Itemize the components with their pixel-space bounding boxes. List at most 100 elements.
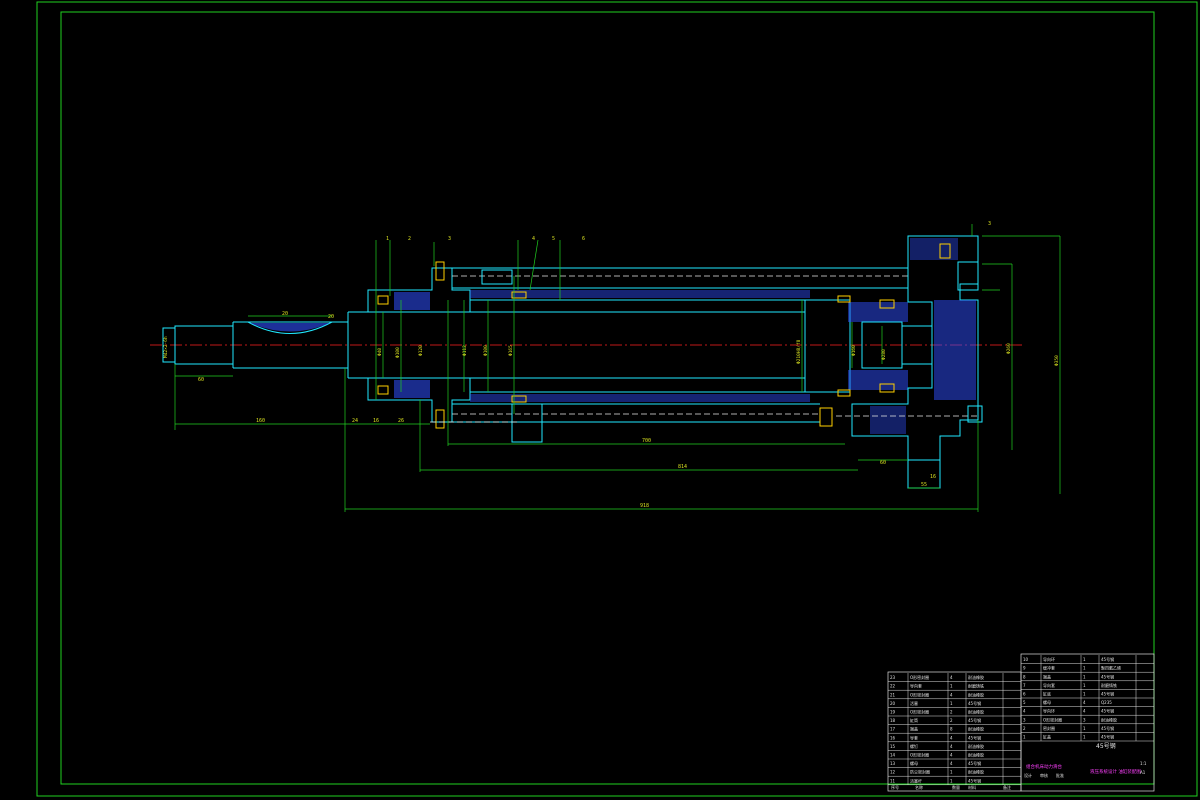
sheet: A1	[1140, 770, 1146, 775]
right-row-2-col-1: 密封圈	[1043, 725, 1055, 731]
left-row-21-col-0: 21	[890, 692, 896, 697]
right-row-10-col-1: 导向环	[1043, 656, 1055, 662]
dim-dia-c: Φ112	[462, 345, 468, 356]
front-cap-hatch-bottom	[394, 380, 430, 398]
left-row-11-col-1: 活塞杆	[910, 777, 922, 783]
cad-drawing-canvas: 60 20 20 160 24 16 26 700 814 918 60 55 …	[0, 0, 1200, 800]
dim-dia-e: Φ165	[508, 345, 514, 356]
left-row-20-col-3: 45号钢	[968, 700, 981, 706]
dim-d3: 26	[398, 418, 404, 424]
right-row-7-col-3: 耐磨铸铁	[1101, 682, 1117, 688]
balloon-2: 2	[408, 236, 411, 242]
left-row-16-col-3: 45号钢	[968, 734, 981, 740]
left-row-13-col-1: 螺母	[910, 760, 918, 766]
dim-dia-f: Φ160	[851, 345, 857, 356]
piston-hatch-top	[848, 302, 908, 322]
front-cap-hatch-top	[394, 292, 430, 310]
piston-hatch-bottom	[848, 370, 908, 390]
left-row-11-col-3: 45号钢	[968, 777, 981, 783]
dim-shaft-length: 60	[198, 377, 204, 383]
dim-base-w: 60	[880, 460, 886, 466]
rear-cap-hatch-bottom	[870, 406, 906, 434]
header-no: 序号	[891, 784, 899, 790]
left-row-15-col-3: 耐油橡胶	[968, 743, 984, 749]
right-row-5-col-3: Q235	[1101, 700, 1112, 705]
dim-rod-ext: 160	[256, 418, 265, 424]
left-row-21-col-1: O形密封圈	[910, 691, 929, 697]
left-row-12-col-0: 12	[890, 770, 896, 775]
scale: 1:1	[1140, 761, 1147, 766]
left-row-19-col-3: 耐油橡胶	[968, 709, 984, 715]
dim-thread-len: 20	[282, 311, 288, 317]
left-row-13-col-3: 45号钢	[968, 760, 981, 766]
material-big: 45号钢	[1096, 742, 1116, 750]
dim-d1: 24	[352, 418, 358, 424]
balloon-5: 5	[552, 236, 555, 242]
balloon-4: 4	[532, 236, 535, 242]
right-row-7-col-1: 导向套	[1043, 682, 1055, 688]
left-row-14-col-3: 耐油橡胶	[968, 752, 984, 758]
left-row-14-col-1: O形密封圈	[910, 752, 929, 758]
left-row-18-col-3: 45号钢	[968, 717, 981, 723]
right-row-10-col-0: 10	[1023, 657, 1029, 662]
dim-d2: 16	[373, 418, 379, 424]
right-row-6-col-3: 45号钢	[1101, 691, 1114, 697]
left-row-23-col-0: 23	[890, 675, 896, 680]
right-row-5-col-1: 螺母	[1043, 699, 1051, 705]
right-row-6-col-1: 缸底	[1043, 691, 1051, 697]
left-row-19-col-0: 19	[890, 710, 896, 715]
dim-dia-bore: Φ210H8/f8	[796, 339, 802, 364]
left-row-17-col-1: 端盖	[910, 726, 918, 732]
balloon-3: 3	[448, 236, 451, 242]
drawing-title: 组合机床动力滑台	[1026, 763, 1062, 770]
dim-shaft-dia: M42×2-6h	[163, 336, 169, 358]
barrel-hatch-top	[470, 290, 810, 298]
balloon-6: 6	[582, 236, 585, 242]
left-row-16-col-0: 16	[890, 735, 896, 740]
left-row-20-col-1: 活塞	[910, 700, 918, 706]
dim-dia-d: Φ100	[483, 345, 489, 356]
project-title: 液压系统设计 油缸装配图	[1090, 768, 1141, 775]
dim-inner-len: 814	[678, 464, 687, 470]
dim-total-len: 918	[640, 503, 649, 509]
header-qty: 数量	[952, 784, 960, 790]
left-row-11-col-0: 11	[890, 778, 896, 783]
header-note: 备注	[1003, 784, 1011, 790]
left-row-20-col-0: 20	[890, 701, 896, 706]
left-row-18-col-0: 18	[890, 718, 896, 723]
left-row-14-col-0: 14	[890, 753, 896, 758]
left-row-16-col-1: 导套	[910, 734, 918, 740]
header-name: 名称	[915, 784, 923, 790]
right-row-1-col-3: 45号钢	[1101, 734, 1114, 740]
right-row-4-col-1: 导向环	[1043, 708, 1055, 714]
left-row-15-col-1: 螺钉	[910, 743, 918, 749]
left-row-22-col-0: 22	[890, 684, 896, 689]
right-row-3-col-3: 耐油橡胶	[1101, 716, 1117, 722]
right-row-8-col-1: 端盖	[1043, 673, 1051, 679]
header-mat: 材料	[968, 784, 976, 790]
left-row-12-col-1: 防尘密封圈	[910, 769, 930, 775]
dim-dia-g: Φ280	[881, 349, 887, 360]
right-row-10-col-3: 45号钢	[1101, 656, 1114, 662]
sign-approve: 批准	[1056, 772, 1064, 778]
left-row-22-col-1: 导向套	[910, 683, 922, 689]
left-row-13-col-0: 13	[890, 761, 896, 766]
right-row-9-col-1: 缓冲套	[1043, 665, 1055, 671]
rear-cap-hatch-top	[910, 238, 958, 260]
left-row-19-col-1: O形密封圈	[910, 709, 929, 715]
dim-dia-rod: Φ40	[377, 348, 383, 356]
sign-check: 审核	[1040, 772, 1048, 778]
left-row-17-col-3: 耐油橡胶	[968, 726, 984, 732]
dim-dia-a: Φ100	[395, 347, 401, 358]
right-row-3-col-1: O形密封圈	[1043, 716, 1062, 722]
right-row-8-col-3: 45号钢	[1101, 673, 1114, 679]
dim-dia-h: Φ260	[1006, 343, 1012, 354]
dim-chamfer: 20	[328, 314, 334, 320]
right-row-1-col-1: 缸盖	[1043, 734, 1051, 740]
right-row-2-col-3: 45号钢	[1101, 725, 1114, 731]
left-row-23-col-1: O形密封圈	[910, 674, 929, 680]
rear-cap-hatch	[934, 300, 976, 400]
right-row-4-col-3: 45号钢	[1101, 708, 1114, 714]
dim-dia-i: Φ350	[1054, 355, 1060, 366]
left-row-18-col-1: 缸筒	[910, 717, 918, 723]
